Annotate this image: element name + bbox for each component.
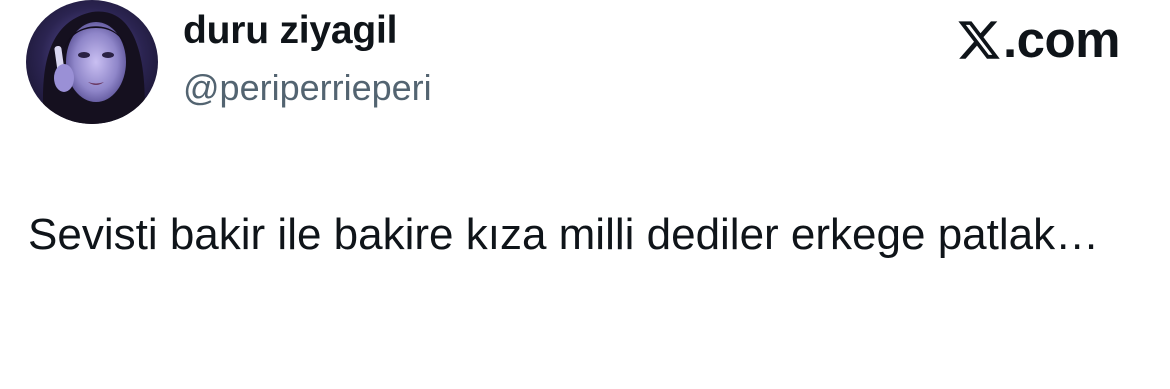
tweet-text: Sevisti bakir ile bakire kıza milli dedi… [28, 210, 1100, 259]
display-name[interactable]: duru ziyagil [183, 8, 397, 54]
brand-watermark: .com [956, 11, 1121, 68]
user-handle[interactable]: @periperrieperi [183, 66, 432, 110]
tweet-card: duru ziyagil @periperrieperi .com Sevist… [0, 0, 1170, 389]
brand-text: .com [1002, 11, 1121, 68]
avatar[interactable] [26, 0, 158, 124]
x-logo-icon [956, 17, 1002, 63]
